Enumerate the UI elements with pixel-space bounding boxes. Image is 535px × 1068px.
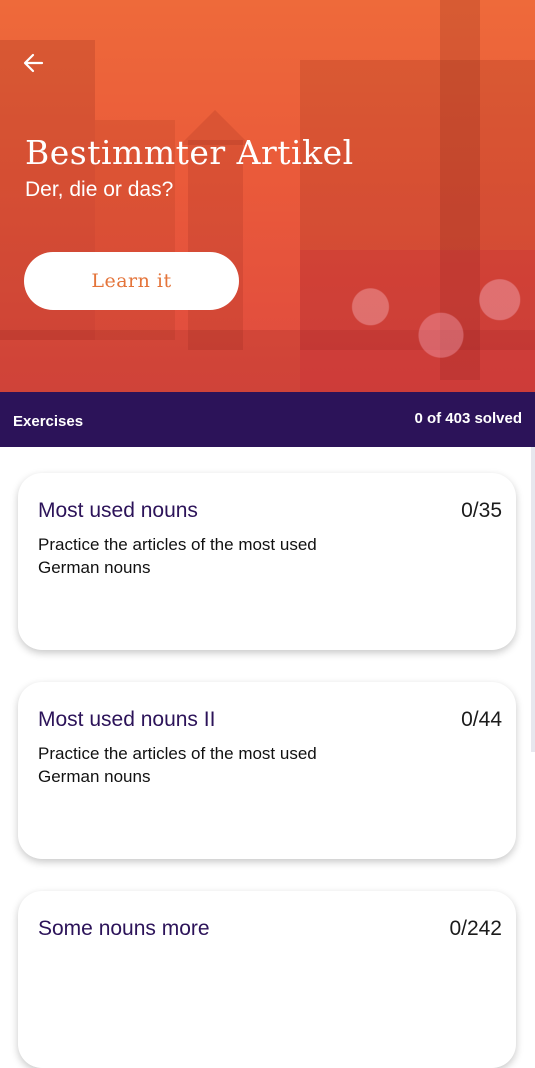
solved-count: 0 of 403 solved	[414, 410, 522, 427]
exercise-card-title: Most used nouns	[38, 499, 198, 522]
exercise-card[interactable]: Most used nouns 0/35 Practice the articl…	[18, 473, 516, 650]
background-flowers	[300, 250, 535, 392]
exercise-card-description: Practice the articles of the most used G…	[38, 535, 317, 577]
page-subtitle: Der, die or das?	[25, 178, 174, 201]
back-button[interactable]	[20, 50, 48, 76]
exercise-card-description: Practice the articles of the most used G…	[38, 744, 317, 786]
exercises-label: Exercises	[13, 413, 84, 430]
exercise-card-title: Most used nouns II	[38, 708, 216, 731]
header-hero: Bestimmter Artikel Der, die or das? Lear…	[0, 0, 535, 392]
scrollbar[interactable]	[531, 447, 535, 752]
exercise-card[interactable]: Most used nouns II 0/44 Practice the art…	[18, 682, 516, 859]
arrow-left-icon	[23, 53, 44, 73]
page-title: Bestimmter Artikel	[25, 133, 354, 172]
exercise-list: Most used nouns 0/35 Practice the articl…	[0, 447, 535, 1068]
exercises-bar: Exercises 0 of 403 solved	[0, 392, 535, 447]
exercise-card[interactable]: Some nouns more 0/242	[18, 891, 516, 1068]
exercise-card-progress: 0/242	[449, 917, 502, 940]
exercise-card-progress: 0/35	[461, 499, 502, 522]
exercise-card-title: Some nouns more	[38, 917, 210, 940]
exercise-card-progress: 0/44	[461, 708, 502, 731]
learn-it-button[interactable]: Learn it	[24, 252, 239, 310]
